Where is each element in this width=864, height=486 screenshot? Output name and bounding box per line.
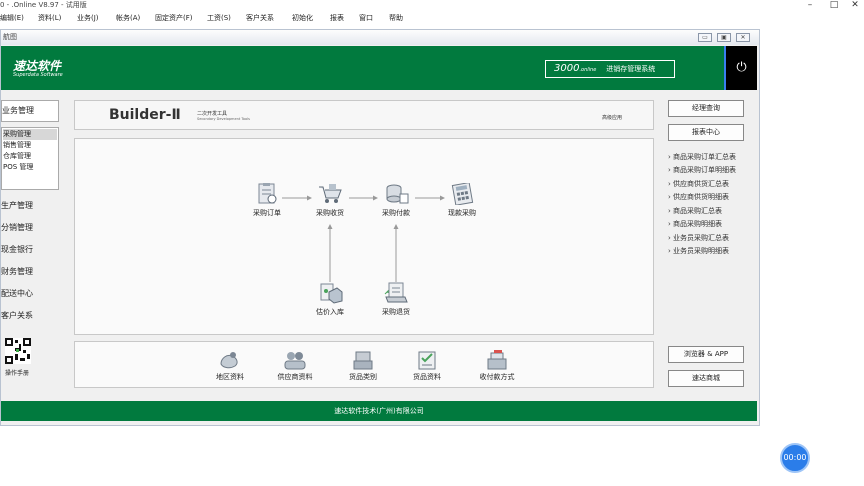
flow-node-purchase-receive[interactable]: 采购收货 (310, 183, 350, 218)
basic-item-supplier[interactable]: 供应商资料 (273, 350, 317, 382)
sidebar-item-warehouse[interactable]: 仓库管理 (3, 151, 57, 162)
flow-node-purchase-return[interactable]: 采购退货 (376, 282, 416, 317)
flow-label-cash-purchase: 现款采购 (448, 209, 476, 217)
mall-button[interactable]: 速达商城 (668, 370, 744, 387)
report-link[interactable]: › 商品采购订单汇总表 (668, 152, 736, 162)
flow-label-purchase-receive: 采购收货 (316, 209, 344, 217)
close-button[interactable]: ✕ (848, 0, 862, 11)
basic-label-payment-method: 收付款方式 (479, 373, 515, 381)
navigation-window-titlebar: 航图 ▭ ▣ ✕ (1, 30, 759, 45)
package-icon (317, 282, 343, 304)
menu-data[interactable]: 资料(L) (38, 11, 61, 25)
menu-bar: 编辑(E) 资料(L) 业务(J) 帐务(A) 固定资产(F) 工资(S) 客户… (0, 11, 864, 26)
sidebar-item-purchase[interactable]: 采购管理 (3, 129, 57, 140)
sidebar-item-distribution[interactable]: 分销管理 (1, 222, 33, 233)
report-link[interactable]: › 供应商供货明细表 (668, 192, 729, 202)
flow-label-purchase-return: 采购退货 (382, 308, 410, 316)
manual-label[interactable]: 操作手册 (5, 368, 29, 377)
menu-reports[interactable]: 报表 (330, 11, 344, 25)
product-name: 进销存管理系统 (606, 65, 656, 73)
flow-node-cash-purchase[interactable]: 现款采购 (442, 182, 482, 218)
company-footer: 速达软件技术(广州)有限公司 (1, 401, 757, 421)
calculator-icon (449, 182, 475, 206)
report-center-button[interactable]: 报表中心 (668, 124, 744, 141)
sidebar-item-finance[interactable]: 财务管理 (1, 266, 33, 277)
sidebar-item-sales[interactable]: 销售管理 (3, 140, 57, 151)
basic-item-payment-method[interactable]: 收付款方式 (474, 350, 520, 382)
basic-item-goods[interactable]: 货品资料 (407, 350, 447, 382)
menu-accounts[interactable]: 帐务(A) (116, 11, 140, 25)
flow-node-valuation-inbound[interactable]: 估价入库 (310, 282, 350, 317)
checklist-icon (415, 350, 439, 370)
maximize-button[interactable]: □ (827, 0, 841, 11)
sidebar-item-production[interactable]: 生产管理 (1, 200, 33, 211)
box-stack-icon (351, 350, 375, 370)
recording-timer[interactable]: 00:00 (780, 443, 810, 473)
flow-label-valuation-inbound: 估价入库 (316, 308, 344, 316)
power-icon[interactable]: ⏻ (724, 46, 757, 90)
menu-business[interactable]: 业务(J) (77, 11, 99, 25)
flow-label-purchase-payment: 采购付款 (382, 209, 410, 217)
basic-item-region[interactable]: 地区资料 (210, 350, 250, 382)
report-link[interactable]: › 业务员采购汇总表 (668, 233, 729, 243)
builder-banner[interactable]: Builder-Ⅱ 二次开发工具 Secondary Development T… (74, 100, 654, 130)
builder-subtitle-cn: 二次开发工具 (197, 111, 228, 117)
people-icon (283, 350, 307, 370)
sidebar-item-crm[interactable]: 客户关系 (1, 310, 33, 321)
cart-icon (317, 183, 343, 205)
basic-label-supplier: 供应商资料 (277, 373, 313, 381)
header-banner: 速达软件 Superdata Software 3000.online 进销存管理… (1, 46, 757, 90)
map-icon (218, 350, 242, 370)
menu-fixed-assets[interactable]: 固定资产(F) (155, 11, 193, 25)
flow-arrows (282, 195, 445, 282)
sidebar-item-delivery[interactable]: 配送中心 (1, 288, 33, 299)
product-badge: 3000.online 进销存管理系统 (545, 60, 675, 78)
navigation-window: 航图 ▭ ▣ ✕ 速达软件 Superdata Software 3000.on… (0, 29, 760, 426)
sidebar-subitems: 采购管理 销售管理 仓库管理 POS 管理 (1, 127, 59, 190)
logo-subtext: Superdata Software (13, 72, 63, 78)
product-number: 3000 (554, 63, 580, 74)
purchase-flow-panel: 采购订单 采购收货 采购付款 现款采购 估价入库 采购退货 (74, 138, 654, 335)
advanced-app-label: 高级应用 (602, 115, 623, 121)
app-title: 0 - .Online V8.97 - 试用版 (0, 1, 87, 9)
report-link[interactable]: › 商品采购汇总表 (668, 206, 722, 216)
menu-window[interactable]: 窗口 (359, 11, 373, 25)
manager-query-button[interactable]: 经理查询 (668, 100, 744, 117)
report-link[interactable]: › 供应商供货汇总表 (668, 179, 729, 189)
sidebar-item-pos[interactable]: POS 管理 (3, 162, 57, 173)
flow-node-purchase-order[interactable]: 采购订单 (247, 183, 287, 218)
order-clipboard-icon (254, 183, 280, 205)
flow-node-purchase-payment[interactable]: 采购付款 (376, 183, 416, 218)
report-link[interactable]: › 商品采购明细表 (668, 219, 722, 229)
menu-crm[interactable]: 客户关系 (246, 11, 274, 25)
report-link[interactable]: › 业务员采购明细表 (668, 246, 729, 256)
inner-minimize-button[interactable]: ▭ (698, 33, 712, 42)
inner-close-button[interactable]: ✕ (736, 33, 750, 42)
menu-edit[interactable]: 编辑(E) (0, 11, 24, 25)
navigation-window-title: 航图 (3, 33, 17, 41)
report-link[interactable]: › 商品采购订单明细表 (668, 165, 736, 175)
menu-init[interactable]: 初始化 (292, 11, 313, 25)
menu-salary[interactable]: 工资(S) (207, 11, 231, 25)
qr-code-icon[interactable] (5, 338, 31, 364)
sidebar-item-cash-bank[interactable]: 现金银行 (1, 244, 33, 255)
product-suffix: .online (579, 67, 597, 73)
basic-data-panel: 地区资料 供应商资料 货品类别 货品资料 收付款方式 (74, 341, 654, 388)
basic-item-category[interactable]: 货品类别 (343, 350, 383, 382)
basic-label-region: 地区资料 (216, 373, 244, 381)
inner-restore-button[interactable]: ▣ (717, 33, 731, 42)
browser-app-button[interactable]: 浏览器 & APP (668, 346, 744, 363)
basic-label-category: 货品类别 (349, 373, 377, 381)
return-document-icon (383, 282, 409, 304)
builder-title: Builder-Ⅱ (109, 107, 181, 123)
flow-label-purchase-order: 采购订单 (253, 209, 281, 217)
sidebar-header-business[interactable]: 业务管理 (1, 100, 59, 122)
menu-help[interactable]: 帮助 (389, 11, 403, 25)
coins-icon (383, 183, 409, 205)
builder-subtitle-en: Secondary Development Tools (197, 117, 250, 121)
cash-register-icon (485, 350, 509, 370)
minimize-button[interactable]: – (803, 0, 817, 11)
basic-label-goods: 货品资料 (413, 373, 441, 381)
app-title-bar: 0 - .Online V8.97 - 试用版 – □ ✕ (0, 0, 864, 11)
